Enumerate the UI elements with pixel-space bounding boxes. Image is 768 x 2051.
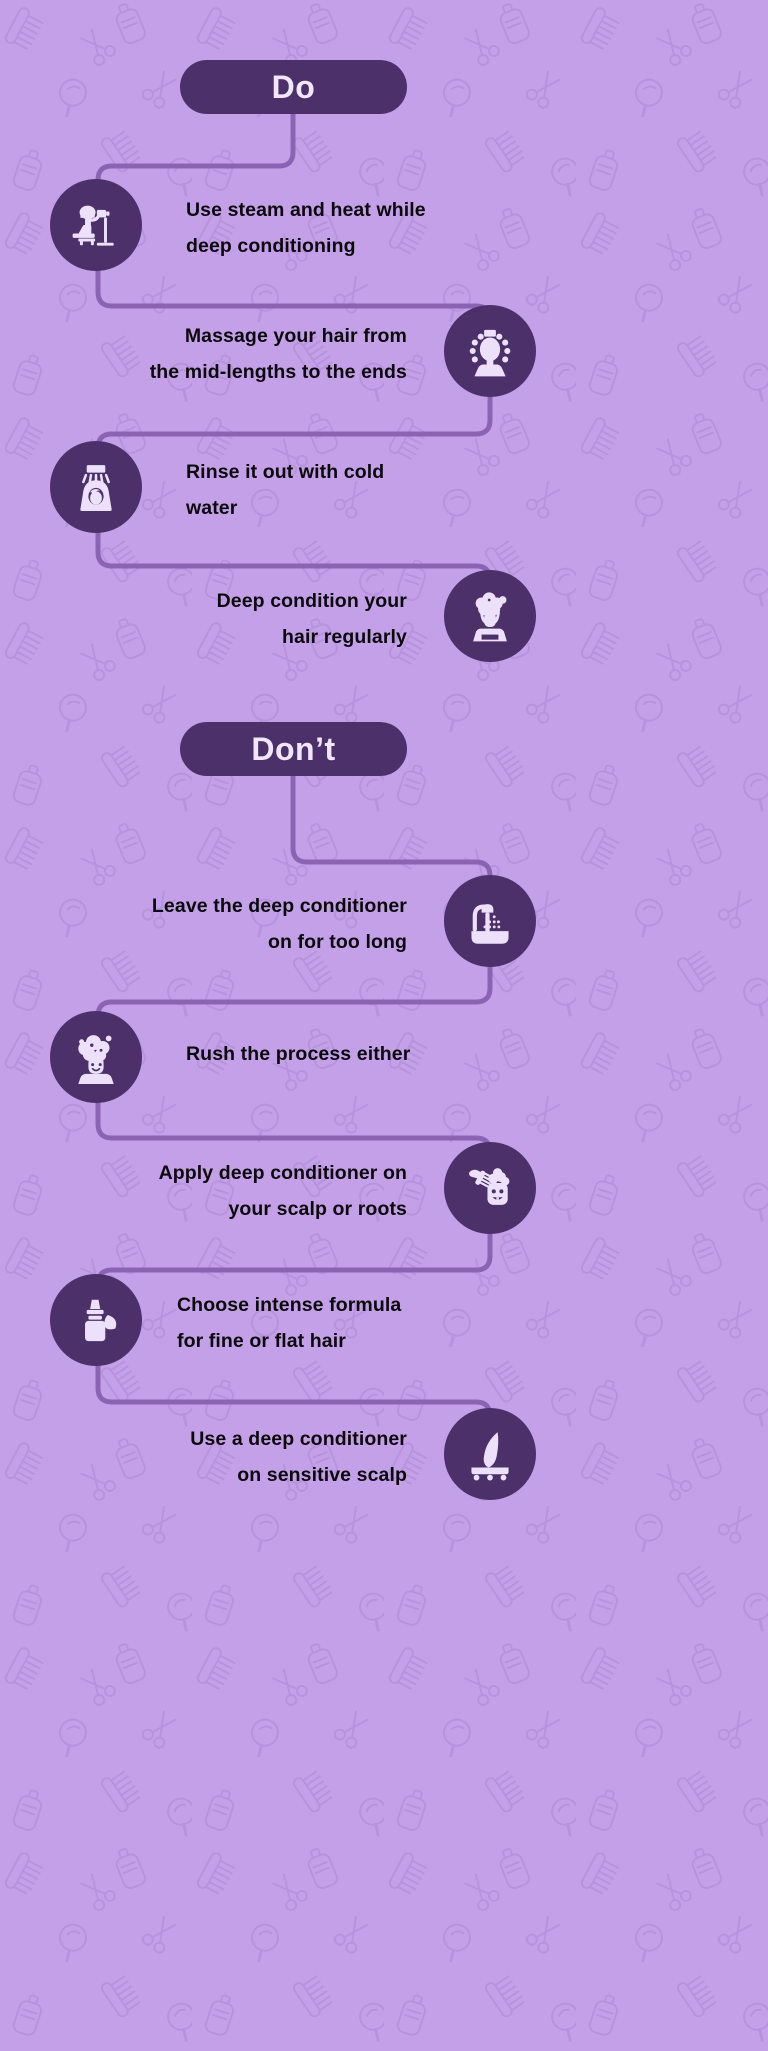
tip-text-do-4: Deep condition your hair regularly — [216, 590, 407, 648]
section-heading-label: Don’t — [251, 730, 336, 767]
icon-circle-dont-1 — [444, 875, 536, 967]
shower-over-bathtub-icon — [463, 894, 517, 948]
icon-circle-dont-5 — [444, 1408, 536, 1500]
woman-under-shower-icon — [69, 460, 123, 514]
infographic-stage: Do Use steam and heat while deep conditio… — [0, 0, 768, 2051]
hair-follicle-on-scalp-icon — [463, 1427, 517, 1481]
tip-text-do-1: Use steam and heat while deep conditioni… — [186, 199, 426, 257]
icon-circle-dont-3 — [444, 1142, 536, 1234]
tip-text-dont-4: Choose intense formula for fine or flat … — [177, 1294, 402, 1352]
tip-text-dont-5: Use a deep conditioner on sensitive scal… — [190, 1428, 407, 1486]
section-heading-pill-do: Do — [180, 60, 407, 114]
section-heading-pill-dont: Don’t — [180, 722, 407, 776]
hand-applying-product-to-face-icon — [463, 1161, 517, 1215]
icon-circle-do-4 — [444, 570, 536, 662]
icon-circle-do-3 — [50, 441, 142, 533]
icon-circle-dont-4 — [50, 1274, 142, 1366]
head-with-lather-icon — [463, 589, 517, 643]
tip-text-do-2: Massage your hair from the mid-lengths t… — [149, 325, 407, 383]
head-with-foam-bubbles-icon — [69, 1030, 123, 1084]
section-heading-label: Do — [271, 68, 316, 105]
tip-text-dont-2: Rush the process either — [186, 1043, 411, 1065]
tip-text-do-3: Rinse it out with cold water — [186, 461, 385, 519]
icon-circle-do-2 — [444, 305, 536, 397]
head-scalp-massage-icon — [463, 324, 517, 378]
tip-text-dont-1: Leave the deep conditioner on for too lo… — [151, 895, 407, 953]
icon-circle-do-1 — [50, 179, 142, 271]
bottle-with-leaf-icon — [69, 1293, 123, 1347]
tip-text-dont-3: Apply deep conditioner on your scalp or … — [158, 1162, 407, 1220]
icon-circle-dont-2 — [50, 1011, 142, 1103]
woman-under-hair-steamer-icon — [69, 198, 123, 252]
